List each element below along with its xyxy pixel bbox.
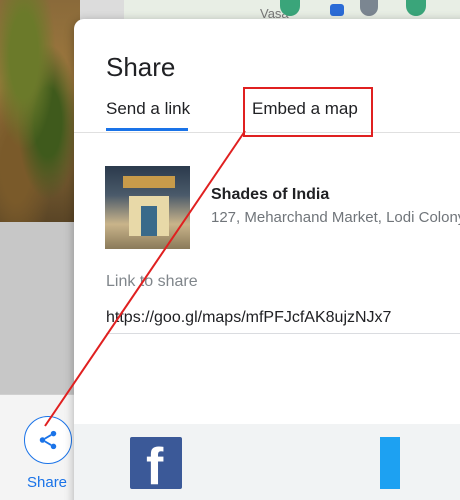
facebook-share-button[interactable]: f — [130, 437, 182, 489]
side-panel-background — [0, 222, 80, 394]
share-link-field[interactable]: https://goo.gl/maps/mfPFJcfAK8ujzNJx7 — [106, 309, 391, 327]
place-address: 127, Meharchand Market, Lodi Colony — [211, 209, 460, 226]
share-button[interactable] — [24, 416, 72, 464]
link-field-underline — [106, 333, 460, 334]
thumbnail-sign — [123, 176, 175, 188]
share-button-label[interactable]: Share — [27, 474, 67, 491]
facebook-icon: f — [146, 438, 164, 489]
place-photo-background — [0, 0, 80, 222]
active-tab-indicator — [106, 128, 188, 131]
place-name: Shades of India — [211, 186, 330, 203]
place-thumbnail — [105, 166, 190, 249]
dialog-title: Share — [106, 52, 176, 82]
tab-send-a-link[interactable]: Send a link — [106, 99, 190, 119]
transit-icon[interactable] — [330, 4, 344, 16]
twitter-share-button[interactable] — [380, 437, 400, 489]
annotation-highlight-box — [243, 87, 373, 137]
thumbnail-door — [141, 206, 157, 236]
share-icon — [39, 430, 57, 450]
link-to-share-label: Link to share — [106, 273, 198, 290]
